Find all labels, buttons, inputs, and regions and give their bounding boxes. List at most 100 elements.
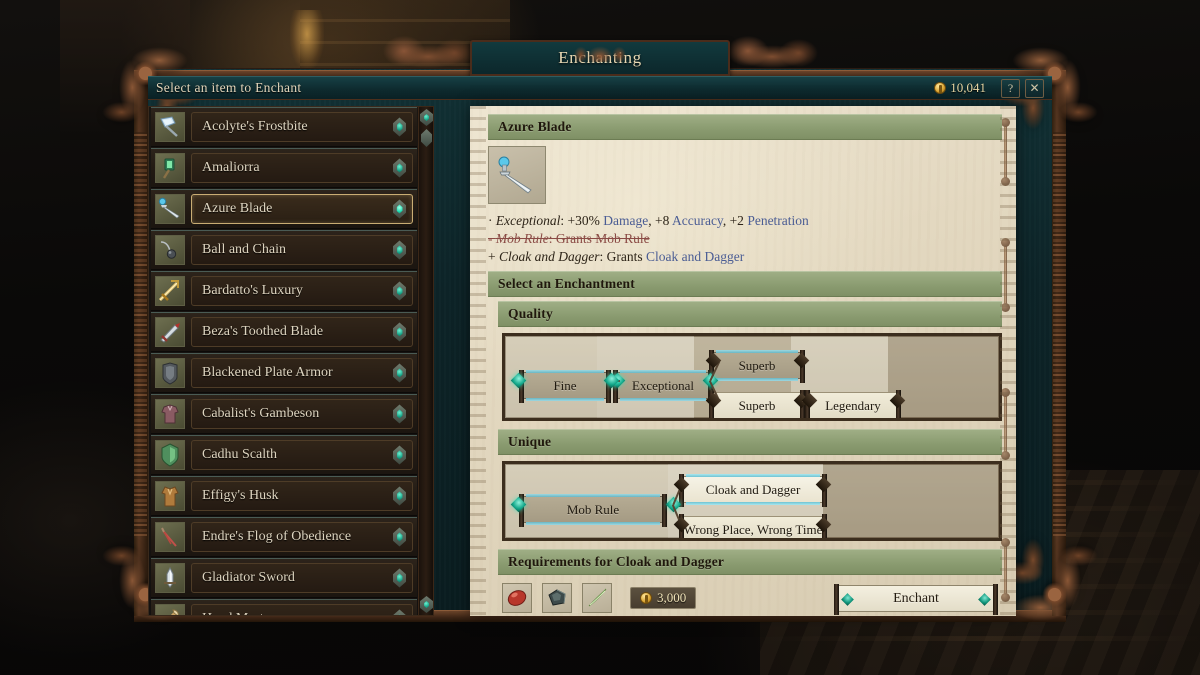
item-gem-icon[interactable]	[393, 199, 406, 219]
item-label: Bardatto's Luxury	[202, 283, 303, 298]
close-button[interactable]: ✕	[1025, 78, 1044, 98]
requirements-header: Requirements for Cloak and Dagger	[498, 549, 1002, 576]
item-name-box[interactable]: Endre's Flog of Obedience	[191, 522, 413, 552]
item-row[interactable]: Ball and Chain	[151, 230, 417, 270]
unique-enchantment-tree[interactable]: Mob Rule Cloak and Dagger Wrong Place, Wro…	[502, 461, 1002, 542]
item-gem-icon[interactable]	[393, 363, 406, 383]
hand-mortar-icon	[155, 604, 185, 615]
item-gem-icon[interactable]	[393, 240, 406, 260]
item-row[interactable]: Beza's Toothed Blade	[151, 312, 417, 352]
item-row[interactable]: Bardatto's Luxury	[151, 271, 417, 311]
item-row[interactable]: Hand Mortar	[151, 599, 417, 615]
enchantment-node[interactable]: Superb	[709, 350, 805, 384]
requirement-item[interactable]: 13/1	[542, 583, 572, 616]
enchantment-node-label: Mob Rule	[566, 501, 620, 517]
enchant-button-label: Enchant	[893, 590, 939, 606]
item-name-box[interactable]: Gladiator Sword	[191, 563, 413, 593]
item-row[interactable]: Endre's Flog of Obedience	[151, 517, 417, 557]
item-gem-icon[interactable]	[393, 445, 406, 465]
item-name-box[interactable]: Cadhu Scalth	[191, 440, 413, 470]
item-gem-icon[interactable]	[393, 158, 406, 178]
item-gem-icon[interactable]	[393, 117, 406, 137]
item-label: Beza's Toothed Blade	[202, 324, 324, 339]
item-label: Blackened Plate Armor	[202, 365, 333, 380]
scrollbar-thumb[interactable]	[421, 129, 432, 147]
quality-section-header: Quality	[498, 301, 1002, 328]
quality-enchantment-tree[interactable]: Fine Exceptional Superb Superb Legendary	[502, 333, 1002, 422]
header-instruction: Select an item to Enchant	[156, 80, 302, 95]
item-name-box[interactable]: Amaliorra	[191, 153, 413, 183]
item-label: Azure Blade	[202, 201, 273, 216]
item-name-box[interactable]: Ball and Chain	[191, 235, 413, 265]
enchantment-node[interactable]: Fine	[519, 370, 611, 404]
enchantment-node[interactable]: Wrong Place, Wrong Time	[679, 514, 827, 539]
enchant-button-gem-left	[841, 593, 854, 607]
help-button[interactable]: ?	[1001, 78, 1020, 98]
scroll-up-arrow-icon[interactable]	[420, 109, 433, 126]
item-name-box[interactable]: Beza's Toothed Blade	[191, 317, 413, 347]
toothed-blade-icon	[155, 317, 185, 347]
item-row[interactable]: Gladiator Sword	[151, 558, 417, 598]
enchantment-node-label: Superb	[738, 397, 776, 413]
enchantment-node-label: Exceptional	[631, 377, 695, 393]
dark-stone-icon	[542, 583, 572, 614]
item-name-box[interactable]: Acolyte's Frostbite	[191, 112, 413, 142]
select-enchantment-header: Select an Enchantment	[488, 271, 1002, 298]
item-label: Effigy's Husk	[202, 488, 279, 503]
item-name-box[interactable]: Hand Mortar	[191, 604, 413, 615]
item-name-box[interactable]: Azure Blade	[191, 194, 413, 224]
gambeson-icon	[155, 399, 185, 429]
enchant-cost: 3,000	[630, 587, 697, 610]
item-label: Cadhu Scalth	[202, 447, 278, 462]
item-gem-icon[interactable]	[393, 486, 406, 506]
title-flourish-right	[712, 30, 832, 76]
item-row[interactable]: Cadhu Scalth	[151, 435, 417, 475]
item-gem-icon[interactable]	[393, 322, 406, 342]
scroll-down-arrow-icon[interactable]	[420, 596, 433, 613]
item-label: Hand Mortar	[202, 611, 275, 615]
item-name-box[interactable]: Cabalist's Gambeson	[191, 399, 413, 429]
parchment-pin-4	[1001, 538, 1010, 602]
frame-braid-left	[134, 132, 147, 536]
item-gem-icon[interactable]	[393, 281, 406, 301]
red-ruby-icon	[502, 583, 532, 614]
enchant-cost-amount: 3,000	[657, 590, 687, 606]
item-name-box[interactable]: Effigy's Husk	[191, 481, 413, 511]
parchment-pin-2	[1001, 238, 1010, 312]
requirements-row: 8/1 13/1 4/1 3,000 Enchant	[502, 575, 1002, 616]
item-gem-icon[interactable]	[393, 609, 406, 615]
gold-sword-icon	[155, 276, 185, 306]
enchant-button-post-right	[993, 584, 998, 616]
item-row[interactable]: Azure Blade	[151, 189, 417, 229]
node-post-right	[662, 494, 667, 528]
window-title-plate: Enchanting	[470, 34, 730, 76]
item-list[interactable]: Acolyte's Frostbite Amaliorra Azure Blade B…	[148, 106, 420, 616]
enchant-button[interactable]: Enchant	[834, 584, 998, 616]
enchantment-node[interactable]: Superb	[709, 390, 805, 419]
enchantment-node[interactable]: Mob Rule	[519, 494, 667, 528]
item-preview-box	[488, 146, 546, 204]
parchment-pin-1	[1001, 118, 1010, 186]
item-row[interactable]: Acolyte's Frostbite	[151, 107, 417, 147]
unique-tier-col-2	[823, 464, 999, 539]
item-row[interactable]: Cabalist's Gambeson	[151, 394, 417, 434]
currency-amount: 10,041	[950, 80, 986, 95]
header-bar: Select an item to Enchant 10,041 ? ✕	[148, 76, 1052, 100]
requirement-item[interactable]: 8/1	[502, 583, 532, 616]
item-gem-icon[interactable]	[393, 527, 406, 547]
flail-icon	[155, 235, 185, 265]
item-preview-area	[488, 140, 1002, 218]
enchantment-node[interactable]: Cloak and Dagger	[679, 474, 827, 508]
item-row[interactable]: Amaliorra	[151, 148, 417, 188]
enchantment-node[interactable]: Exceptional	[613, 370, 713, 404]
enchantment-node[interactable]: Legendary	[805, 390, 901, 419]
item-name-box[interactable]: Bardatto's Luxury	[191, 276, 413, 306]
item-row[interactable]: Blackened Plate Armor	[151, 353, 417, 393]
requirement-item[interactable]: 4/1	[582, 583, 612, 616]
item-name-box[interactable]: Blackened Plate Armor	[191, 358, 413, 388]
flail-whip-icon	[155, 522, 185, 552]
item-row[interactable]: Effigy's Husk	[151, 476, 417, 516]
item-gem-icon[interactable]	[393, 404, 406, 424]
item-gem-icon[interactable]	[393, 568, 406, 588]
item-list-scrollbar[interactable]	[418, 106, 434, 616]
